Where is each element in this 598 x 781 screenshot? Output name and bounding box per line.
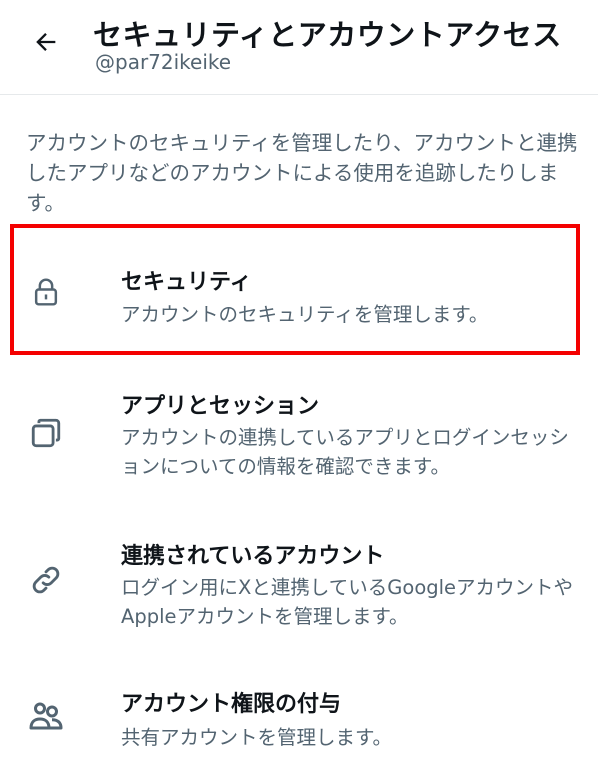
link-icon [28,562,64,598]
arrow-left-icon [36,33,56,51]
menu-item-title: アカウント権限の付与 [121,692,342,717]
page-title: セキュリティとアカウントアクセス [93,18,562,52]
menu-item-title: 連携されているアカウント [121,544,385,569]
account-handle: @par72ikeike [95,50,232,74]
menu-item-delegate[interactable]: アカウント権限の付与 共有アカウントを管理します。 [0,670,598,770]
top-bar: セキュリティとアカウントアクセス @par72ikeike [0,0,598,95]
menu-item-description: 共有アカウントを管理します。 [121,726,393,749]
people-icon [28,698,64,734]
highlight-box [10,224,580,355]
menu-item-title: アプリとセッション [121,394,320,419]
apps-icon [28,415,64,451]
back-button[interactable] [26,22,66,62]
menu-item-description: アカウントの連携しているアプリとログインセッションについての情報を確認できます。 [121,426,569,478]
menu-item-description: ログイン用にXと連携しているGoogleアカウントやAppleアカウントを管理し… [121,576,574,628]
menu-item-connected-accounts[interactable]: 連携されているアカウント ログイン用にXと連携しているGoogleアカウントやA… [0,520,598,650]
page-description: アカウントのセキュリティを管理したり、アカウントと連携したアプリなどのアカウント… [26,131,578,215]
menu-item-apps-sessions[interactable]: アプリとセッション アカウントの連携しているアプリとログインセッションについての… [0,370,598,510]
